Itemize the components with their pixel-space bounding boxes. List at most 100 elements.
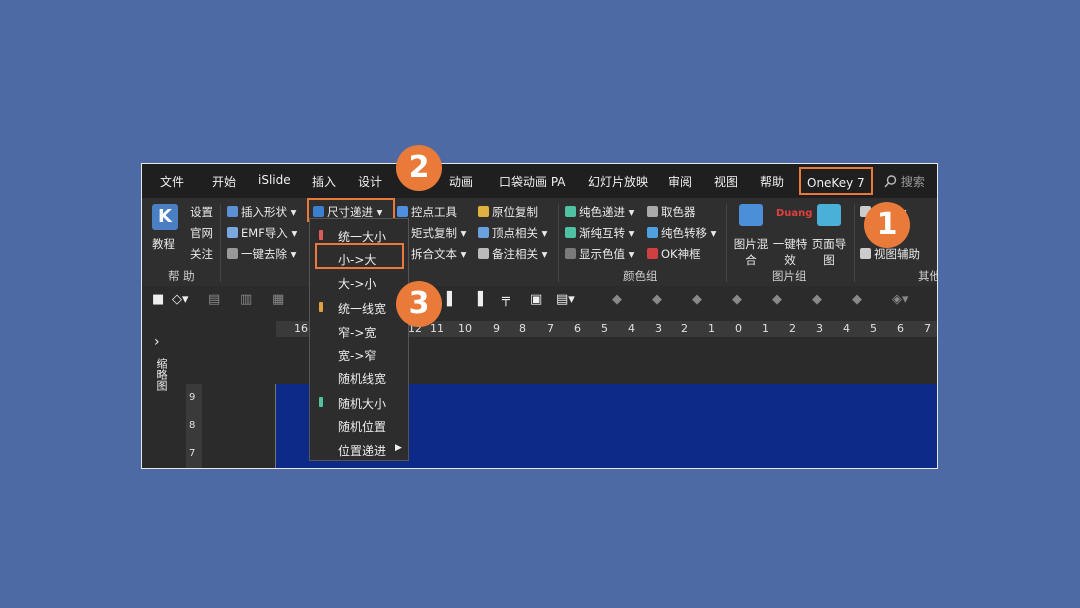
emf-import-button[interactable]: EMF导入 ▾	[227, 225, 297, 241]
tab-review[interactable]: 审阅	[668, 173, 692, 190]
solid-color-progression-button[interactable]: 纯色递进 ▾	[565, 204, 634, 220]
tab-design[interactable]: 设计	[358, 173, 382, 190]
settings-button[interactable]: 设置	[190, 204, 213, 220]
tutorial-button[interactable]: 教程	[152, 236, 175, 252]
ok-frame-button[interactable]: OK神框	[647, 246, 701, 262]
gradient-icon	[565, 227, 576, 238]
thumbnail-pane-label: 缩略图	[155, 358, 168, 391]
search-box[interactable]: 搜索	[884, 173, 925, 190]
image-icon[interactable]: ▤▾	[556, 292, 575, 307]
ruler-tick: 11	[430, 322, 444, 335]
ruler-tick: 5	[870, 322, 877, 335]
ruler-tick: 6	[574, 322, 581, 335]
shape-tool-icon[interactable]: ◇▾	[172, 292, 189, 307]
vertical-ruler: 9 8 7	[186, 384, 202, 468]
submenu-arrow-icon: ▶	[395, 443, 402, 453]
ruler-tick: 10	[458, 322, 472, 335]
color-transfer-button[interactable]: 纯色转移 ▾	[647, 225, 716, 241]
ruler-tick: 9	[493, 322, 500, 335]
tool-e-icon[interactable]: ◆	[772, 292, 782, 307]
ruler-tick: 7	[924, 322, 931, 335]
tab-view[interactable]: 视图	[714, 173, 738, 190]
tab-onekey[interactable]: OneKey 7	[799, 167, 873, 195]
show-color-value-button[interactable]: 显示色值 ▾	[565, 246, 634, 262]
ruler-tick: 3	[655, 322, 662, 335]
thumbnail-pane: › 缩略图	[142, 316, 178, 468]
quick-toolbar: ■ ◇▾ ▤ ▥ ▦ ▌ ▌ ╤ ▣ ▤▾ ◆ ◆ ◆ ◆ ◆ ◆ ◆ ◈▾	[142, 286, 937, 316]
vertex-icon	[478, 227, 489, 238]
tab-islide[interactable]: iSlide	[258, 173, 291, 187]
expand-pane-icon[interactable]: ›	[154, 334, 160, 350]
square-icon[interactable]: ■	[152, 292, 164, 307]
emf-icon	[227, 227, 238, 238]
page-map-button[interactable]: 页面导图	[810, 236, 848, 268]
view-assist-button[interactable]: 视图辅助	[860, 246, 920, 262]
tab-home[interactable]: 开始	[212, 173, 236, 190]
ruler-tick: 1	[708, 322, 715, 335]
rgb-icon	[565, 248, 576, 259]
color-icon	[565, 206, 576, 217]
tool-f-icon[interactable]: ◆	[812, 292, 822, 307]
insert-shape-button[interactable]: 插入形状 ▾	[227, 204, 296, 220]
eyedropper-icon	[647, 206, 658, 217]
align3-icon[interactable]: ▦	[272, 292, 284, 307]
menu-item-random-size[interactable]: 随机大小	[338, 395, 386, 412]
vertex-button[interactable]: 顶点相关 ▾	[478, 225, 547, 241]
page-map-icon	[817, 204, 841, 226]
fill-icon[interactable]: ◈▾	[892, 292, 909, 307]
menu-item-large-to-small[interactable]: 大->小	[338, 275, 376, 292]
layer-icon[interactable]: ▣	[530, 292, 542, 307]
menu-item-position-progression[interactable]: 位置递进	[338, 442, 386, 459]
menu-item-narrow-to-wide[interactable]: 窄->宽	[338, 324, 376, 341]
ribbon-tab-bar: 文件 开始 iSlide 插入 设计 动画 口袋动画 PA 幻灯片放映 审阅 视…	[142, 164, 937, 198]
tab-insert[interactable]: 插入	[312, 173, 336, 190]
tool-b-icon[interactable]: ◆	[652, 292, 662, 307]
random-marker-icon	[319, 397, 323, 407]
menu-item-wide-to-narrow[interactable]: 宽->窄	[338, 347, 376, 364]
notes-icon	[478, 248, 489, 259]
ruler-tick: 4	[628, 322, 635, 335]
app-window: 文件 开始 iSlide 插入 设计 动画 口袋动画 PA 幻灯片放映 审阅 视…	[141, 163, 938, 469]
notes-button[interactable]: 备注相关 ▾	[478, 246, 547, 262]
tab-help[interactable]: 帮助	[760, 173, 784, 190]
tab-animation[interactable]: 动画	[449, 173, 473, 190]
bar-icon[interactable]: ▌	[447, 292, 457, 307]
menu-item-uniform-width[interactable]: 统一线宽	[338, 300, 386, 317]
size-icon	[313, 206, 324, 217]
gradient-convert-button[interactable]: 渐纯互转 ▾	[565, 225, 634, 241]
tab-pocket-animation[interactable]: 口袋动画 PA	[499, 173, 566, 190]
ruler-tick: 16	[294, 322, 308, 335]
in-place-copy-button[interactable]: 原位复制	[478, 204, 538, 220]
tool-c-icon[interactable]: ◆	[692, 292, 702, 307]
tool-a-icon[interactable]: ◆	[612, 292, 622, 307]
align-icon[interactable]: ▤	[208, 292, 220, 307]
assist-icon	[860, 248, 871, 259]
remove-icon	[227, 248, 238, 259]
handle-icon	[397, 206, 408, 217]
ruler-tick: 2	[681, 322, 688, 335]
step-badge-1: 1	[864, 202, 910, 248]
okframe-icon	[647, 248, 658, 259]
ruler-tick: 1	[762, 322, 769, 335]
search-label: 搜索	[900, 175, 925, 189]
follow-button[interactable]: 关注	[190, 246, 213, 262]
one-click-remove-button[interactable]: 一键去除 ▾	[227, 246, 296, 262]
menu-item-random-position[interactable]: 随机位置	[338, 418, 386, 435]
distribute-icon[interactable]: ╤	[502, 292, 510, 307]
tool-g-icon[interactable]: ◆	[852, 292, 862, 307]
tool-d-icon[interactable]: ◆	[732, 292, 742, 307]
search-icon	[884, 175, 897, 188]
website-button[interactable]: 官网	[190, 225, 213, 241]
align2-icon[interactable]: ▥	[240, 292, 252, 307]
shape-icon	[227, 206, 238, 217]
tab-file[interactable]: 文件	[160, 173, 184, 190]
bar2-icon[interactable]: ▌	[478, 292, 488, 307]
one-click-effect-button[interactable]: 一键特效	[771, 236, 809, 268]
step-badge-3: 3	[396, 281, 442, 327]
color-picker-button[interactable]: 取色器	[647, 204, 696, 220]
group-label-color: 颜色组	[623, 269, 658, 283]
effects-icon: Duang	[776, 208, 813, 219]
image-blend-button[interactable]: 图片混合	[732, 236, 770, 268]
menu-item-random-width[interactable]: 随机线宽	[338, 370, 386, 387]
tab-slideshow[interactable]: 幻灯片放映	[588, 173, 648, 190]
